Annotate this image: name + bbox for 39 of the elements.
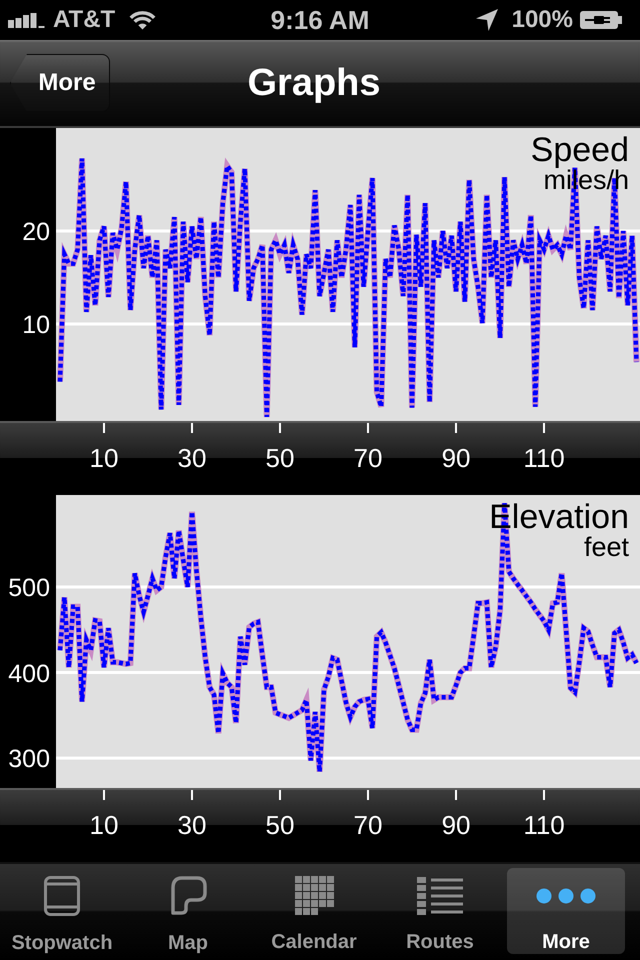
carrier-name: AT&T — [53, 8, 116, 32]
list-icon — [417, 876, 463, 914]
signal-icon — [8, 12, 45, 28]
tab[interactable]: Routes — [381, 868, 499, 954]
x-axis-label: 90 — [440, 443, 472, 473]
chart-title: Speed — [530, 133, 629, 167]
x-axis-label: 90 — [440, 810, 472, 840]
y-axis-label: 20 — [21, 217, 51, 248]
x-axis-label: 10 — [88, 810, 120, 840]
x-axis-label: 110 — [522, 810, 566, 840]
y-axis-label: 400 — [7, 658, 51, 689]
navigation-title: Graphs — [246, 64, 382, 102]
battery-charging-icon — [580, 11, 622, 29]
x-axis-label: 110 — [522, 443, 566, 473]
tab[interactable]: Calendar — [255, 868, 373, 954]
loop-outline-icon — [169, 876, 207, 916]
ellipsis-icon — [536, 888, 596, 904]
tab[interactable]: More — [507, 868, 625, 954]
x-axis-label: 70 — [352, 810, 384, 840]
status-time: 9:16 AM — [270, 7, 370, 33]
tab[interactable]: Stopwatch — [3, 868, 121, 954]
location-arrow-icon — [476, 9, 498, 31]
x-axis-label: 30 — [176, 810, 208, 840]
x-axis-label: 50 — [264, 443, 296, 473]
wifi-icon — [129, 10, 156, 30]
rounded-rectangle-icon — [44, 876, 80, 916]
unit-label: feet — [584, 534, 629, 561]
y-axis-label: 500 — [7, 573, 51, 604]
battery-percentage: 100% — [512, 8, 573, 32]
grid-icon — [294, 876, 334, 915]
x-axis-label: 10 — [88, 443, 120, 473]
tab[interactable]: Map — [129, 868, 247, 954]
y-axis-label: 10 — [21, 310, 51, 340]
x-axis-label: 70 — [352, 443, 384, 473]
x-axis-label: 30 — [176, 443, 208, 473]
back-button[interactable]: More — [10, 54, 110, 112]
x-axis-label: 50 — [264, 810, 296, 840]
y-axis-label: 300 — [7, 744, 51, 774]
chart-title: Elevation — [489, 500, 629, 534]
